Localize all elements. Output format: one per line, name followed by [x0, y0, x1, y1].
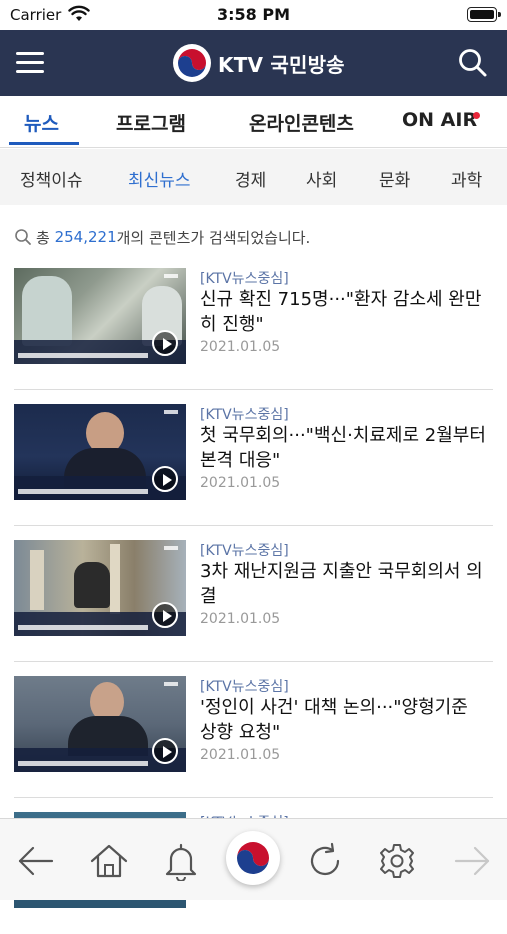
subtab-policy-issue[interactable]: 정책이슈 [20, 166, 83, 191]
hamburger-menu-icon[interactable] [14, 47, 46, 79]
subtab-economy[interactable]: 경제 [235, 166, 266, 191]
subtab-science[interactable]: 과학 [451, 166, 482, 191]
article-item[interactable]: [KTV뉴스중심] 첫 국무회의···"백신·치료제로 2월부터 본격 대응" … [14, 404, 493, 526]
battery-icon [467, 7, 501, 22]
article-date: 2021.01.05 [200, 339, 281, 355]
article-item[interactable]: [KTV뉴스중심] 3차 재난지원금 지출안 국무회의서 의결 2021.01.… [14, 540, 493, 662]
sub-tab-bar: 정책이슈 최신뉴스 경제 사회 문화 과학 [0, 149, 507, 205]
article-title[interactable]: 첫 국무회의···"백신·치료제로 2월부터 본격 대응" [200, 423, 490, 473]
article-item[interactable]: [KTV뉴스중심] '정인이 사건' 대책 논의···"양형기준 상향 요청" … [14, 676, 493, 798]
korea-emblem-icon [237, 842, 269, 874]
tab-on-air[interactable]: ON AIR [402, 109, 477, 131]
result-count: 254,221 [54, 228, 117, 246]
subtab-latest-news[interactable]: 최신뉴스 [128, 166, 191, 191]
on-air-live-dot [473, 112, 480, 119]
ktv-logo[interactable]: KTV 국민방송 [172, 42, 345, 84]
clock-time: 3:58 PM [216, 5, 290, 24]
tab-online-content[interactable]: 온라인콘텐츠 [249, 109, 354, 136]
result-count-line: 총 254,221 개의 콘텐츠가 검색되었습니다. [14, 226, 310, 248]
play-icon[interactable] [152, 602, 178, 628]
result-suffix: 개의 콘텐츠가 검색되었습니다. [116, 228, 311, 247]
play-icon[interactable] [152, 330, 178, 356]
play-icon[interactable] [152, 738, 178, 764]
article-title[interactable]: 신규 확진 715명···"환자 감소세 완만히 진행" [200, 287, 490, 337]
forward-arrow-icon[interactable] [452, 841, 492, 881]
play-icon[interactable] [152, 466, 178, 492]
home-icon[interactable] [89, 841, 129, 881]
bell-icon[interactable] [161, 841, 201, 881]
result-prefix: 총 [36, 228, 50, 247]
article-thumbnail[interactable] [14, 268, 186, 364]
article-date: 2021.01.05 [200, 747, 281, 763]
refresh-icon[interactable] [305, 841, 345, 881]
back-arrow-icon[interactable] [16, 841, 56, 881]
tab-news[interactable]: 뉴스 [24, 109, 59, 136]
article-tag: [KTV뉴스중심] [200, 543, 289, 559]
ktv-logo-icon[interactable] [226, 831, 280, 885]
article-date: 2021.01.05 [200, 611, 281, 627]
article-date: 2021.01.05 [200, 475, 281, 491]
search-icon[interactable] [457, 47, 489, 79]
status-bar: Carrier 3:58 PM [0, 0, 507, 30]
search-small-icon [15, 229, 31, 245]
tab-program[interactable]: 프로그램 [116, 109, 186, 136]
logo-text: KTV 국민방송 [218, 52, 345, 77]
settings-gear-icon[interactable] [377, 841, 417, 881]
main-tab-bar: 뉴스 프로그램 온라인콘텐츠 ON AIR [0, 96, 507, 148]
subtab-culture[interactable]: 문화 [379, 166, 410, 191]
article-tag: [KTV뉴스중심] [200, 407, 289, 423]
article-thumbnail[interactable] [14, 676, 186, 772]
article-title[interactable]: '정인이 사건' 대책 논의···"양형기준 상향 요청" [200, 695, 490, 745]
article-thumbnail[interactable] [14, 404, 186, 500]
korea-emblem-icon [173, 44, 211, 82]
article-title[interactable]: 3차 재난지원금 지출안 국무회의서 의결 [200, 559, 490, 609]
subtab-society[interactable]: 사회 [306, 166, 337, 191]
bottom-toolbar [0, 818, 507, 900]
active-tab-indicator [9, 142, 79, 145]
article-thumbnail[interactable] [14, 540, 186, 636]
article-item[interactable]: [KTV뉴스중심] 신규 확진 715명···"환자 감소세 완만히 진행" 2… [14, 268, 493, 390]
article-tag: [KTV뉴스중심] [200, 679, 289, 695]
app-header: KTV 국민방송 [0, 30, 507, 96]
article-tag: [KTV뉴스중심] [200, 271, 289, 287]
